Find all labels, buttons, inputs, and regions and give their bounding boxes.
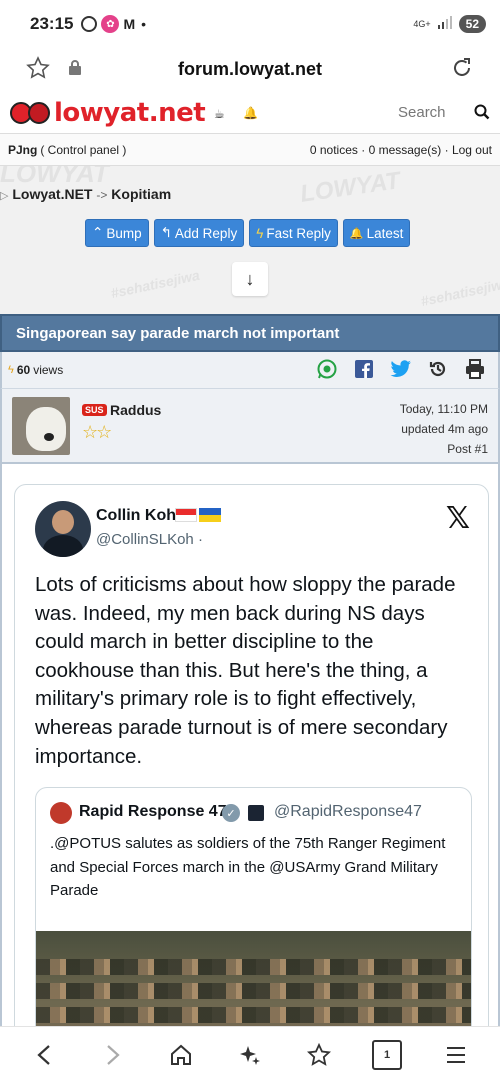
- print-icon[interactable]: [464, 358, 486, 380]
- browser-bottom-nav: 1: [0, 1026, 500, 1083]
- battery-indicator: 52: [458, 15, 486, 33]
- forum-banner: LOWYAT LOWYAT #sehatisejiwa #sehatisejiw…: [0, 166, 500, 314]
- app-notification-icon: ✿: [101, 15, 120, 33]
- status-bar: 23:15 ✿ M • 4G+ 52: [0, 0, 500, 48]
- banner-hashtag: #sehatisejiwa: [109, 266, 201, 302]
- tweet-text: Lots of criticisms about how sloppy the …: [35, 573, 456, 768]
- lightning-icon: ϟ: [256, 225, 264, 241]
- quoted-author-handle: @RapidResponse47: [274, 803, 422, 820]
- tweet-author-name[interactable]: Collin Koh: [96, 507, 176, 525]
- search-icon[interactable]: [474, 104, 490, 125]
- logout-link[interactable]: Log out: [452, 143, 492, 157]
- verified-badge-icon: ✓: [222, 804, 240, 822]
- sparkle-icon[interactable]: [235, 1040, 265, 1070]
- breadcrumb-triangle-icon: ▷: [0, 190, 9, 202]
- tab-count: 1: [372, 1040, 403, 1070]
- bookmarks-star-icon[interactable]: [304, 1040, 334, 1070]
- messages-link[interactable]: 0 message(s): [369, 143, 442, 157]
- whatsapp-icon: [81, 16, 98, 32]
- latest-label: Latest: [366, 225, 404, 241]
- affiliation-badge-icon: [248, 805, 264, 821]
- separator: ·: [444, 142, 449, 157]
- home-icon[interactable]: [166, 1040, 196, 1070]
- twitter-share-icon[interactable]: [390, 358, 412, 380]
- quoted-author-avatar: [50, 802, 72, 824]
- topic-title: Singaporean say parade march not importa…: [0, 314, 500, 352]
- network-type: 4G+: [413, 18, 431, 29]
- topic-views-bar: ϟ 60 views: [0, 352, 500, 388]
- bell-icon: 🔔: [349, 227, 364, 240]
- more-notifications-icon: •: [141, 16, 147, 32]
- reply-icon: ↰: [160, 225, 172, 240]
- views-label: views: [33, 363, 64, 377]
- site-header: lowyat.net ☕ 🔔 Search: [0, 92, 500, 134]
- chevron-up-icon: ⌃: [92, 225, 104, 240]
- back-icon[interactable]: [29, 1040, 59, 1070]
- menu-icon[interactable]: [441, 1040, 471, 1070]
- poster-avatar[interactable]: [12, 397, 70, 455]
- bump-label: Bump: [106, 225, 142, 241]
- bell-icon[interactable]: 🔔: [243, 106, 258, 120]
- breadcrumb: ▷ Lowyat.NET -> Kopitiam: [0, 186, 171, 202]
- post-body: Collin Koh @CollinSLKoh · 𝕏 Lots of crit…: [0, 464, 500, 1044]
- reload-icon[interactable]: [450, 56, 474, 85]
- quoted-tweet[interactable]: Rapid Response 47 ✓ @RapidResponse47 .@P…: [35, 787, 472, 1043]
- post-time: Today, 11:10 PM: [399, 402, 488, 416]
- add-reply-button[interactable]: ↰ Add Reply: [153, 219, 245, 247]
- tweet-author-handle[interactable]: @CollinSLKoh ·: [96, 531, 203, 548]
- banner-hashtag: #sehatisejiwa: [419, 274, 500, 310]
- tweet-author-avatar[interactable]: [35, 501, 91, 557]
- status-time: 23:15: [30, 14, 74, 33]
- breadcrumb-current[interactable]: Kopitiam: [111, 186, 171, 202]
- scroll-down-button[interactable]: ↓: [232, 262, 268, 296]
- whatsapp-share-icon[interactable]: [316, 358, 338, 380]
- post-header: SUS Raddus ☆☆ Today, 11:10 PM updated 4m…: [0, 388, 500, 464]
- singapore-flag-icon: [175, 508, 197, 522]
- share-toolbar: [316, 358, 486, 380]
- control-panel-link[interactable]: ( Control panel ): [40, 143, 126, 157]
- arrow-down-icon: ↓: [245, 268, 255, 289]
- poster-name[interactable]: Raddus: [110, 402, 161, 418]
- banner-watermark: LOWYAT: [298, 167, 402, 208]
- user-badge: SUS: [82, 404, 107, 416]
- post-number[interactable]: Post #1: [400, 439, 488, 459]
- topic-actions: ⌃ Bump ↰ Add Reply ϟ Fast Reply 🔔 Latest: [85, 219, 411, 247]
- ukraine-flag-icon: [199, 508, 221, 522]
- views-count: 60: [16, 363, 31, 377]
- signal-icon: [437, 15, 453, 34]
- url-text[interactable]: forum.lowyat.net: [0, 59, 500, 80]
- notices-link[interactable]: 0 notices: [310, 143, 358, 157]
- post-updated: updated 4m ago: [401, 422, 488, 436]
- facebook-share-icon[interactable]: [353, 358, 375, 380]
- fast-reply-label: Fast Reply: [266, 225, 331, 241]
- forward-icon[interactable]: [98, 1040, 128, 1070]
- breadcrumb-root[interactable]: Lowyat.NET: [12, 186, 92, 202]
- user-bar: PJng ( Control panel ) 0 notices · 0 mes…: [0, 134, 500, 166]
- search-input[interactable]: Search: [398, 104, 446, 121]
- add-reply-label: Add Reply: [174, 225, 238, 241]
- gmail-icon: M: [123, 16, 136, 32]
- tabs-icon[interactable]: 1: [372, 1040, 403, 1070]
- logo-mascot-icon[interactable]: [10, 101, 50, 124]
- latest-button[interactable]: 🔔 Latest: [342, 219, 411, 247]
- quoted-tweet-text: .@POTUS salutes as soldiers of the 75th …: [50, 835, 446, 899]
- post-meta: Today, 11:10 PM updated 4m ago Post #1: [400, 399, 488, 459]
- username-link[interactable]: PJng: [8, 143, 37, 157]
- rank-stars-icon: ☆☆: [82, 422, 112, 442]
- bump-button[interactable]: ⌃ Bump: [85, 219, 149, 247]
- lightning-icon: ϟ: [8, 364, 14, 376]
- separator: ·: [361, 142, 366, 157]
- quoted-author-name: Rapid Response 47: [79, 803, 227, 820]
- fast-reply-button[interactable]: ϟ Fast Reply: [249, 219, 338, 247]
- site-logo[interactable]: lowyat.net: [54, 98, 206, 128]
- browser-url-bar: forum.lowyat.net: [0, 48, 500, 90]
- coffee-icon[interactable]: ☕: [214, 107, 225, 121]
- breadcrumb-separator: ->: [96, 188, 108, 202]
- history-icon[interactable]: [427, 358, 449, 380]
- x-logo-icon[interactable]: 𝕏: [446, 501, 470, 536]
- embedded-tweet[interactable]: Collin Koh @CollinSLKoh · 𝕏 Lots of crit…: [14, 484, 489, 1044]
